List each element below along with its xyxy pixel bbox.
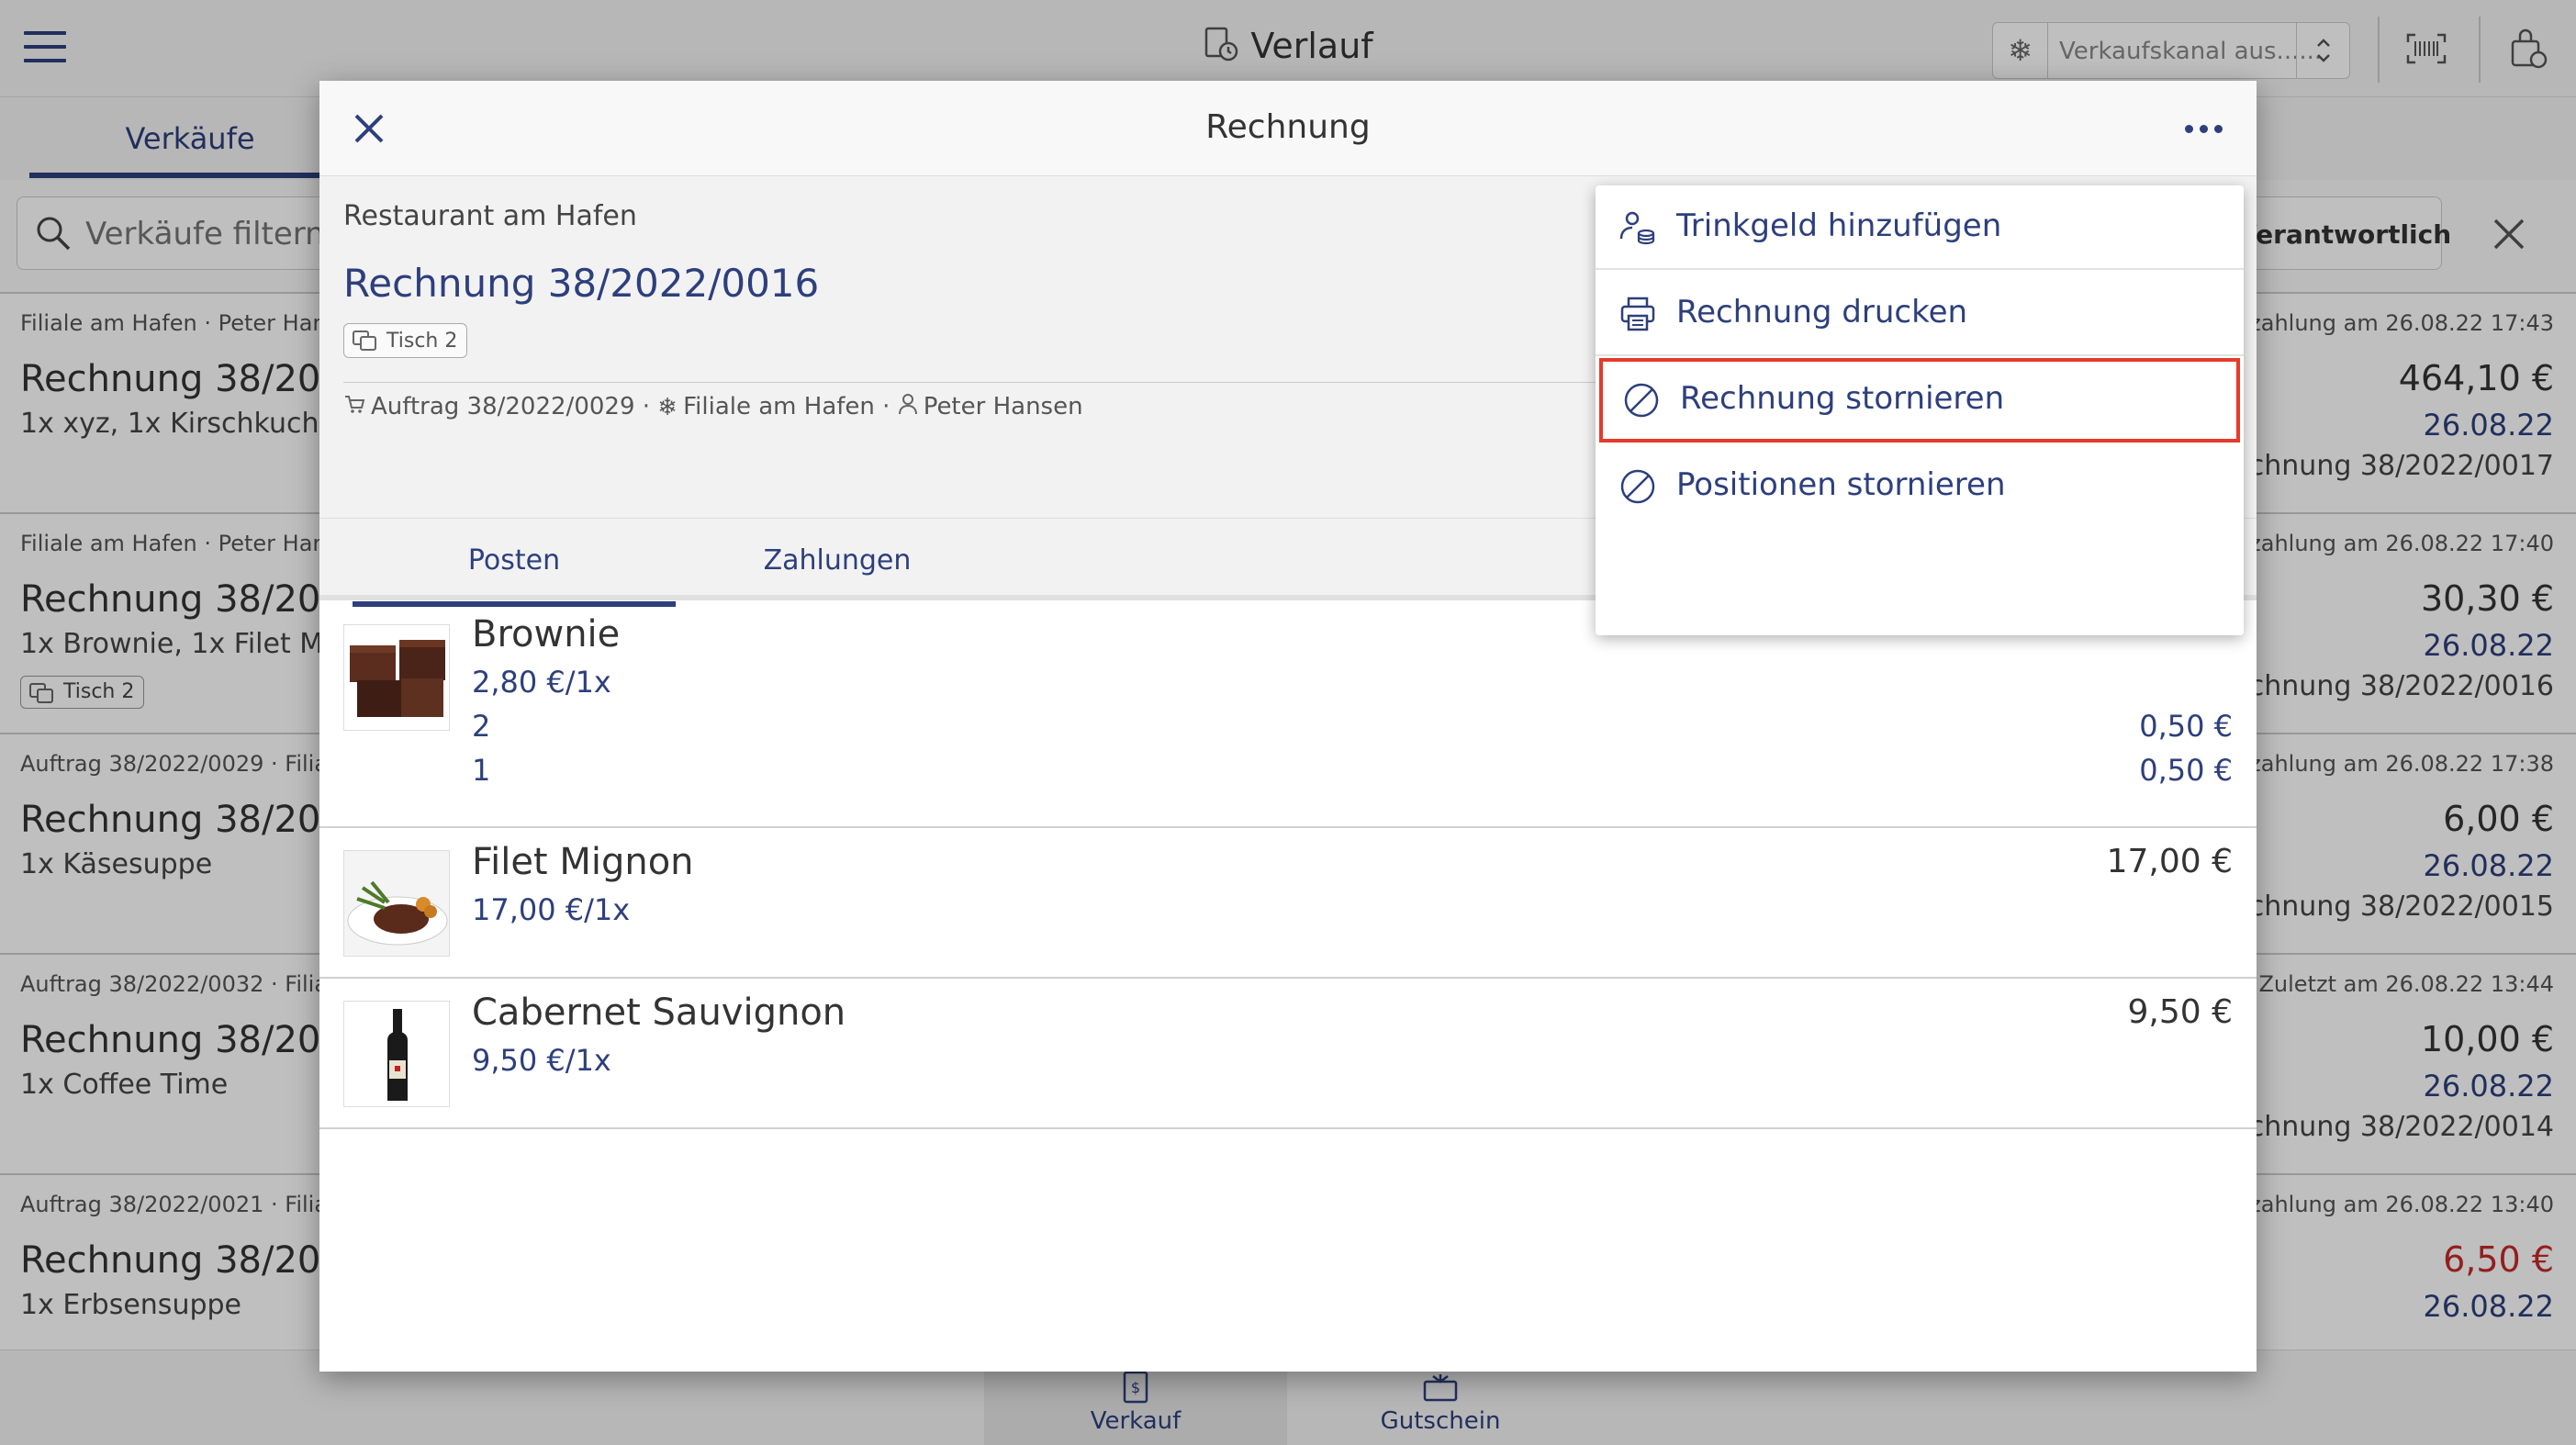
menu-item-label: Rechnung drucken: [1676, 294, 1968, 330]
branch-name: Filiale am Hafen: [683, 393, 875, 420]
position-price: 17,00 €: [2106, 843, 2233, 880]
more-options-menu: Trinkgeld hinzufügen Rechnung drucken Re…: [1596, 185, 2244, 635]
position-unit-price: 2,80 €/1x: [472, 665, 611, 700]
table-chip: Tisch 2: [343, 323, 468, 358]
table-icon: [352, 330, 377, 357]
position-line: 1: [472, 753, 491, 788]
position-line: 2: [472, 709, 491, 744]
menu-item-label: Positionen stornieren: [1676, 466, 2006, 503]
dialog-header: Rechnung: [319, 81, 2257, 176]
order-number: Auftrag 38/2022/0029: [371, 393, 635, 420]
position-price: 9,50 €: [2127, 993, 2233, 1031]
position-subtotal: 0,50 €: [2139, 753, 2233, 788]
invoice-meta: Auftrag 38/2022/0029 · ❄ Filiale am Hafen…: [343, 393, 1083, 421]
venue-name: Restaurant am Hafen: [343, 200, 637, 232]
position-name: Brownie: [472, 613, 621, 655]
position-name: Cabernet Sauvignon: [472, 991, 846, 1034]
position-subtotal: 0,50 €: [2139, 709, 2233, 744]
position-unit-price: 17,00 €/1x: [472, 892, 631, 927]
branch-icon: ❄: [657, 393, 678, 421]
tab-payments[interactable]: Zahlungen: [676, 519, 999, 601]
tab-items[interactable]: Posten: [353, 519, 676, 607]
invoice-number: Rechnung 38/2022/0016: [343, 261, 820, 306]
cancel-icon: [1623, 382, 1660, 419]
filet-mignon-image: [343, 850, 450, 957]
printer-icon: [1619, 296, 1656, 332]
cancel-icon: [1619, 468, 1656, 505]
list-item[interactable]: Cabernet Sauvignon 9,50 €/1x 9,50 €: [319, 979, 2257, 1129]
more-options-icon[interactable]: [2176, 112, 2231, 145]
menu-item-cancel-positions[interactable]: Positionen stornieren: [1596, 444, 2244, 529]
menu-item-print-invoice[interactable]: Rechnung drucken: [1596, 272, 2244, 356]
wine-bottle-image: [343, 1001, 450, 1107]
menu-item-add-tip[interactable]: Trinkgeld hinzufügen: [1596, 185, 2244, 270]
person-name: Peter Hansen: [923, 393, 1083, 420]
list-item[interactable]: Filet Mignon 17,00 €/1x 17,00 €: [319, 828, 2257, 979]
cart-icon: [343, 393, 365, 421]
tip-icon: [1619, 209, 1656, 246]
menu-item-label: Trinkgeld hinzufügen: [1676, 207, 2002, 244]
brownie-image: [343, 624, 450, 731]
close-icon[interactable]: [349, 108, 389, 149]
dialog-title: Rechnung: [1205, 108, 1371, 146]
position-unit-price: 9,50 €/1x: [472, 1043, 611, 1078]
position-name: Filet Mignon: [472, 841, 694, 883]
table-chip-label: Tisch 2: [386, 330, 458, 353]
person-icon: [898, 393, 918, 421]
menu-item-label: Rechnung stornieren: [1680, 380, 2005, 417]
menu-item-cancel-invoice[interactable]: Rechnung stornieren: [1599, 358, 2240, 442]
